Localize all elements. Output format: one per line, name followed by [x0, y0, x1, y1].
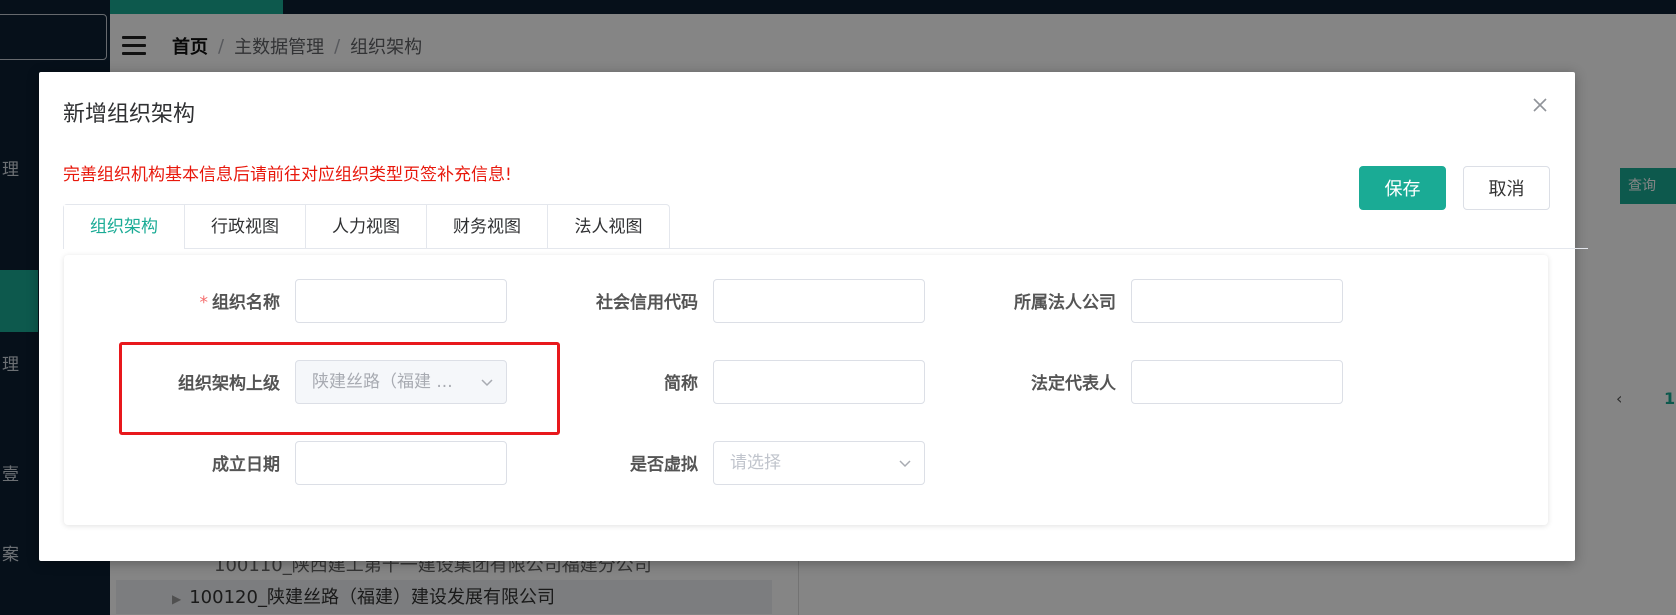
short-name-input[interactable]: [713, 360, 925, 404]
is-virtual-label: 是否虚拟: [630, 455, 698, 475]
tab-admin-view[interactable]: 行政视图: [185, 205, 306, 249]
view-tabs: 组织架构 行政视图 人力视图 财务视图 法人视图: [63, 204, 670, 249]
org-name-label: * 组织名称: [199, 293, 281, 313]
founded-date-label: 成立日期: [212, 455, 280, 475]
required-mark: *: [199, 293, 209, 313]
cancel-button[interactable]: 取消: [1463, 166, 1550, 210]
founded-date-input[interactable]: [295, 441, 507, 485]
dialog-notice: 完善组织机构基本信息后请前往对应组织类型页签补充信息!: [63, 165, 512, 185]
is-virtual-select[interactable]: 请选择: [713, 441, 925, 485]
tab-hr-view[interactable]: 人力视图: [306, 205, 427, 249]
credit-code-input[interactable]: [713, 279, 925, 323]
is-virtual-placeholder: 请选择: [730, 453, 781, 473]
credit-code-label: 社会信用代码: [596, 293, 698, 313]
tabs-divider: [184, 248, 1588, 249]
chevron-down-icon: [899, 460, 911, 468]
tab-org-structure[interactable]: 组织架构: [64, 205, 185, 249]
org-name-input[interactable]: [295, 279, 507, 323]
save-button[interactable]: 保存: [1359, 166, 1446, 210]
close-icon[interactable]: [1529, 94, 1551, 116]
legal-rep-label: 法定代表人: [1031, 374, 1116, 394]
legal-company-input[interactable]: [1131, 279, 1343, 323]
tab-finance-view[interactable]: 财务视图: [427, 205, 548, 249]
dialog-title: 新增组织架构: [63, 102, 196, 127]
new-org-dialog: 新增组织架构 完善组织机构基本信息后请前往对应组织类型页签补充信息! 保存 取消…: [39, 72, 1588, 561]
legal-company-label: 所属法人公司: [1014, 293, 1116, 313]
legal-rep-input[interactable]: [1131, 360, 1343, 404]
highlight-annotation: [119, 342, 560, 435]
tab-legal-view[interactable]: 法人视图: [548, 205, 669, 249]
